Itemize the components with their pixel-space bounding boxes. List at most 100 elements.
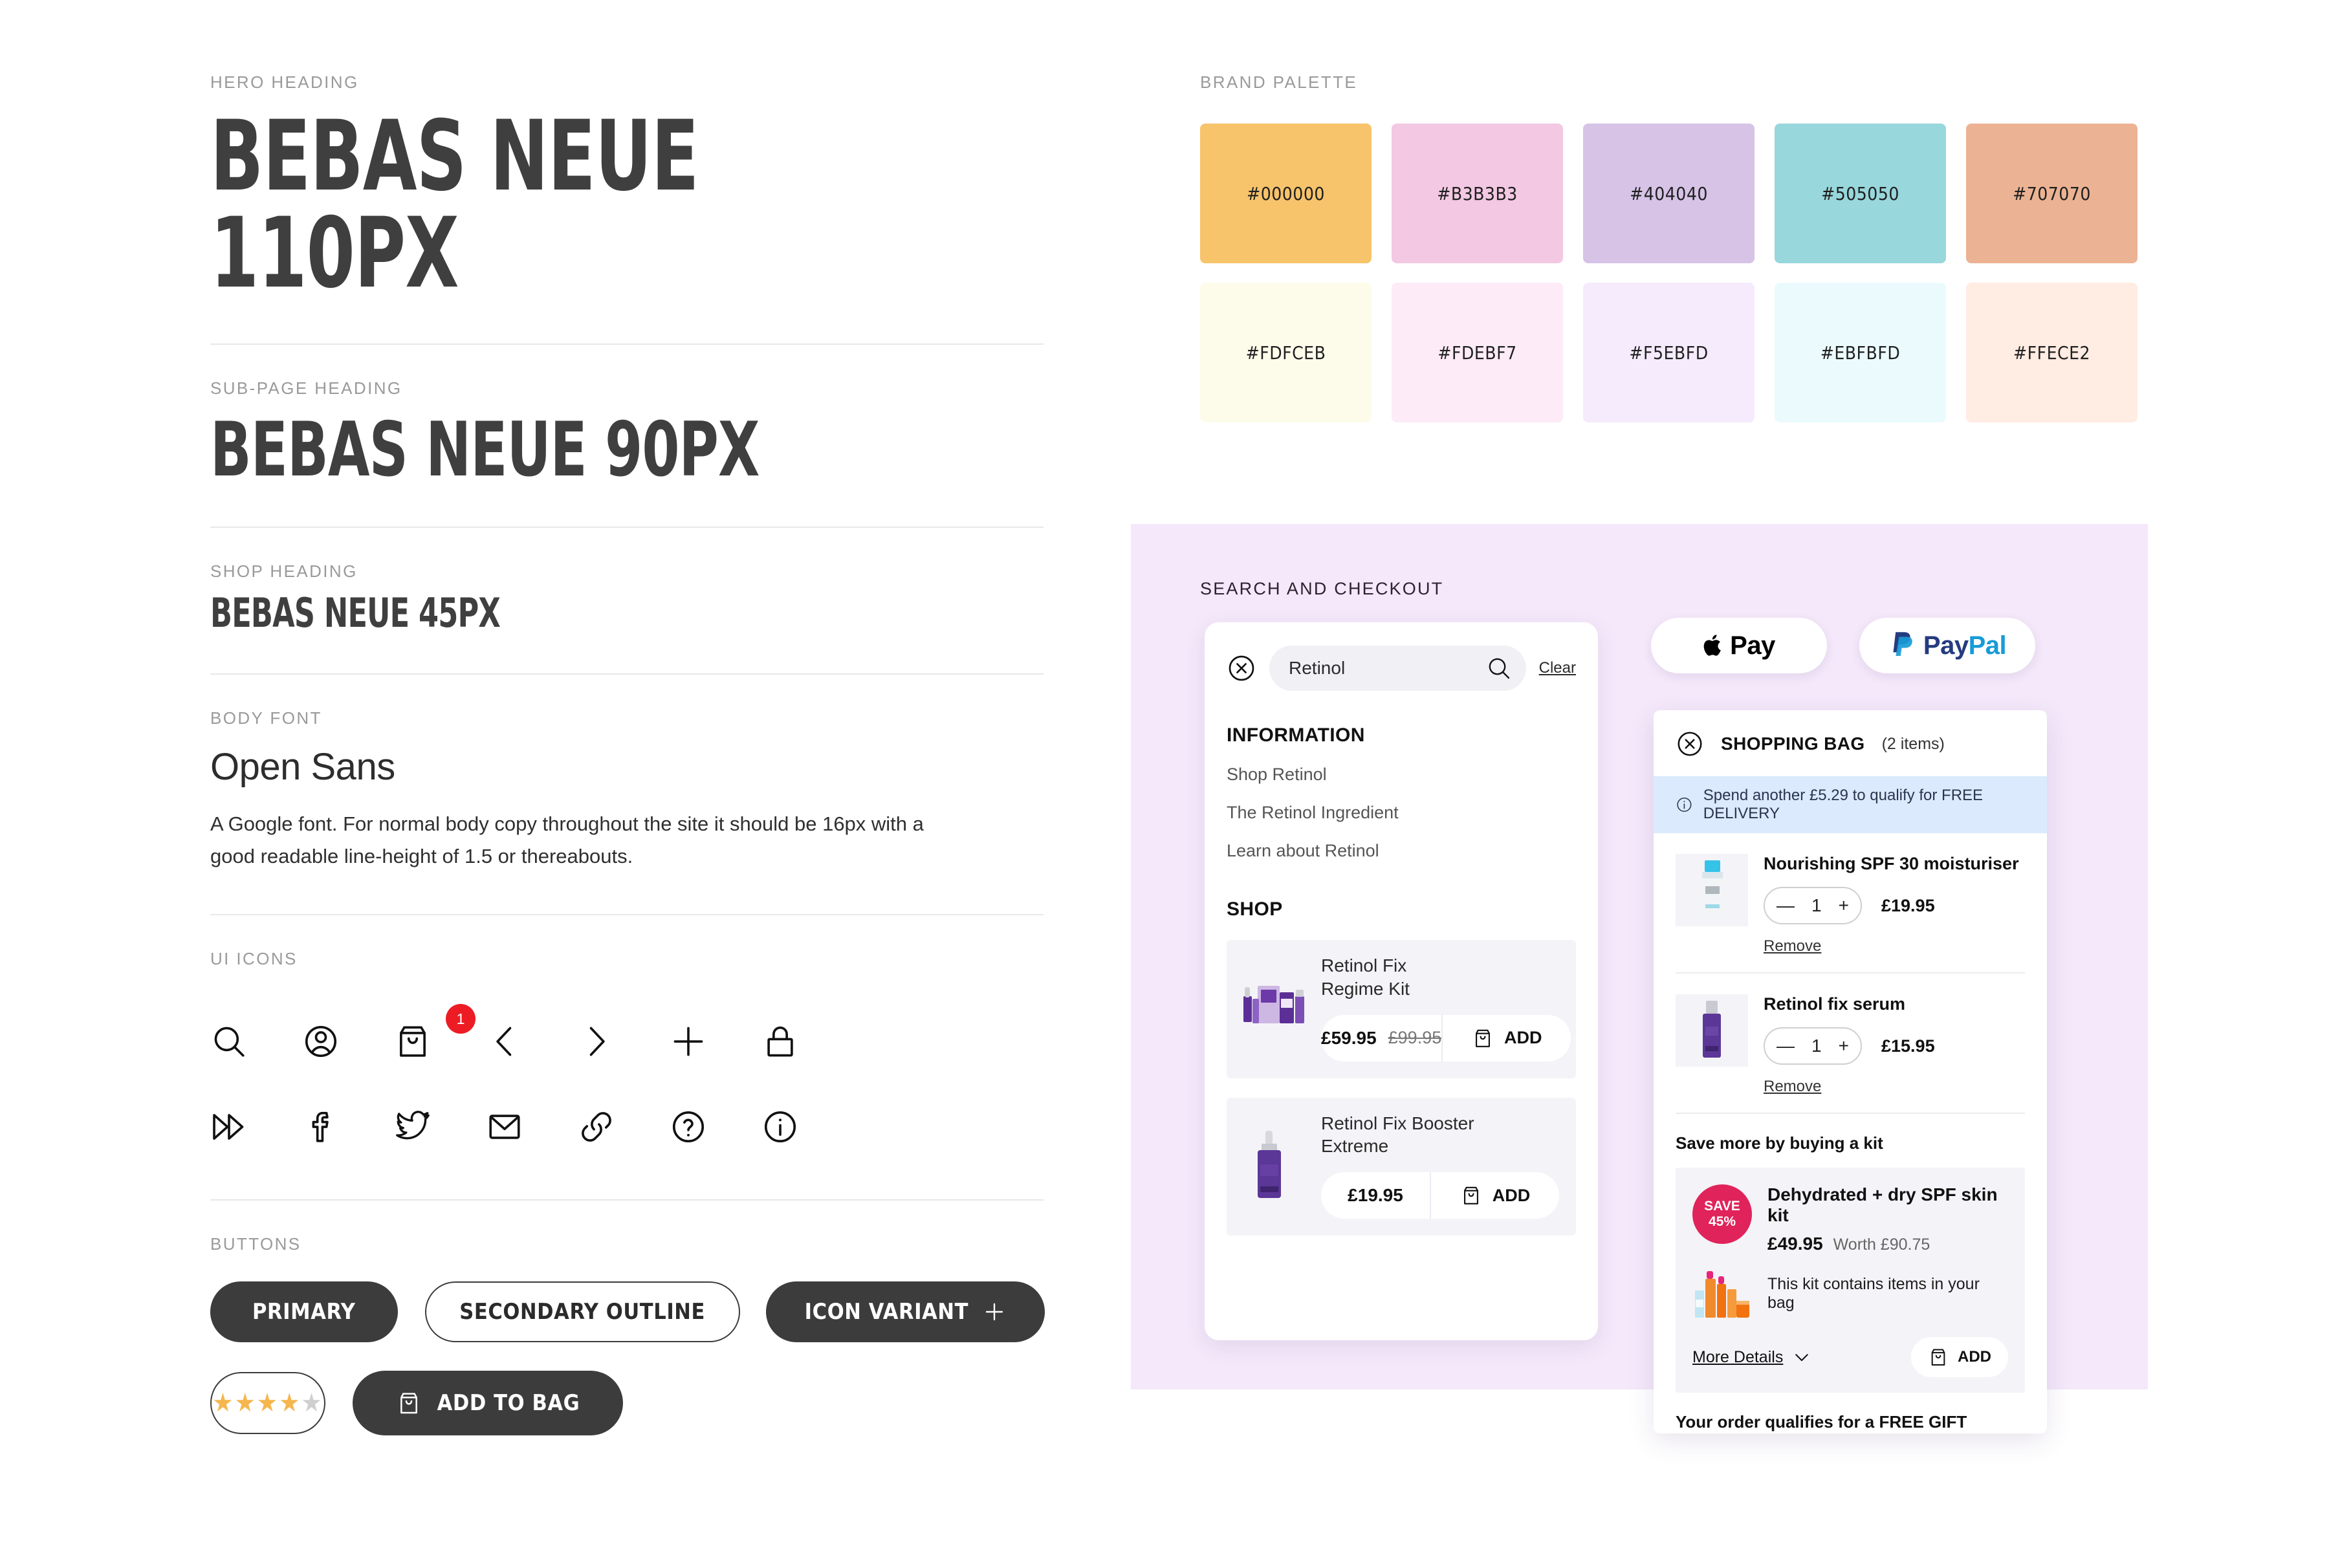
- palette-row-2: #FDFCEB #FDEBF7 #F5EBFD #EBFBFD #FFECE2: [1200, 283, 2138, 422]
- shop-heading-sample: BEBAS NEUE 45PX: [210, 589, 501, 637]
- add-to-bag-label: ADD TO BAG: [437, 1390, 580, 1417]
- increment-button[interactable]: +: [1839, 895, 1849, 916]
- clear-search-link[interactable]: Clear: [1539, 659, 1576, 677]
- close-icon[interactable]: [1227, 653, 1256, 683]
- save-badge-line2: 45%: [1708, 1214, 1736, 1229]
- information-link[interactable]: The Retinol Ingredient: [1227, 803, 1576, 823]
- subpage-heading-sample: BEBAS NEUE 90PX: [210, 406, 760, 494]
- kit-top-row: SAVE 45% Dehydrated + dry SPF skin kit £…: [1692, 1184, 2008, 1254]
- shopping-bag-icon: [1476, 1029, 1490, 1047]
- divider: [210, 343, 1044, 345]
- fast-forward-icon[interactable]: [210, 1084, 302, 1170]
- retinol-serum-image: [1703, 1001, 1721, 1058]
- chevron-right-icon[interactable]: [578, 999, 670, 1084]
- product-price-bar: £59.95 £99.95 ADD: [1321, 1014, 1571, 1062]
- buttons-block: BUTTONS PRIMARY SECONDARY OUTLINE ICON V…: [210, 1234, 1045, 1436]
- shopping-bag-icon: [400, 1393, 417, 1414]
- body-font-name: Open Sans: [210, 746, 395, 788]
- chevron-left-icon[interactable]: [486, 999, 578, 1084]
- twitter-icon[interactable]: [394, 1084, 486, 1170]
- free-gift-message: Your order qualifies for a FREE GIFT: [1676, 1412, 1967, 1432]
- swatch: #B3B3B3: [1392, 124, 1563, 263]
- mail-icon[interactable]: [486, 1084, 578, 1170]
- divider: [210, 1199, 1044, 1201]
- shopping-bag-count: (2 items): [1881, 734, 1945, 753]
- search-card: Retinol Clear INFORMATION Shop Retinol T…: [1205, 622, 1598, 1340]
- kit-text-group: Dehydrated + dry SPF skin kit £49.95 Wor…: [1767, 1184, 2008, 1254]
- icon-variant-label: ICON VARIANT: [804, 1299, 969, 1325]
- facebook-icon[interactable]: [302, 1084, 394, 1170]
- increment-button[interactable]: +: [1839, 1036, 1849, 1056]
- link-icon[interactable]: [578, 1084, 670, 1170]
- payment-buttons: Pay PayPal: [1651, 618, 2035, 673]
- information-link[interactable]: Shop Retinol: [1227, 765, 1576, 785]
- plus-icon: [985, 1303, 1003, 1321]
- bag-item-price: £15.95: [1881, 1036, 1935, 1056]
- quantity-value: 1: [1811, 895, 1822, 915]
- product-add-button[interactable]: ADD: [1430, 1172, 1559, 1219]
- remove-item-link[interactable]: Remove: [1764, 937, 1821, 955]
- decrement-button[interactable]: —: [1777, 1036, 1795, 1056]
- brand-palette-label: BRAND PALETTE: [1200, 72, 1358, 92]
- bag-item-details: Retinol fix serum — 1 + £15.95 Remove: [1764, 994, 2025, 1096]
- bag-count-badge: 1: [446, 1004, 476, 1034]
- typography-column: HERO HEADING BEBAS NEUE 110PX SUB-PAGE H…: [210, 72, 1045, 1436]
- kit-note: This kit contains items in your bag: [1767, 1275, 1980, 1312]
- ui-icons-block: UI ICONS 1: [210, 949, 1045, 1170]
- product-card[interactable]: Retinol Fix Regime Kit £59.95 £99.95 ADD: [1227, 940, 1576, 1078]
- search-input[interactable]: Retinol: [1269, 646, 1526, 691]
- apple-pay-button[interactable]: Pay: [1651, 618, 1827, 673]
- kit-middle-row: This kit contains items in your bag: [1692, 1267, 2008, 1320]
- primary-button[interactable]: PRIMARY: [210, 1281, 398, 1343]
- quantity-stepper[interactable]: — 1 +: [1764, 887, 1862, 924]
- more-details-button[interactable]: More Details: [1692, 1347, 1811, 1367]
- kit-name: Dehydrated + dry SPF skin kit: [1767, 1184, 1998, 1225]
- swatch: #FDEBF7: [1392, 283, 1563, 422]
- plus-icon[interactable]: [670, 999, 761, 1084]
- paypal-label: PayPal: [1923, 631, 2007, 660]
- kit-add-button[interactable]: ADD: [1911, 1337, 2008, 1377]
- paypal-button[interactable]: PayPal: [1859, 618, 2035, 673]
- bag-item-qty-row: — 1 + £19.95: [1764, 887, 2025, 924]
- lock-icon[interactable]: [761, 999, 853, 1084]
- style-guide-page: HERO HEADING BEBAS NEUE 110PX SUB-PAGE H…: [0, 0, 2329, 1568]
- search-icon[interactable]: [210, 999, 302, 1084]
- star-rating-button[interactable]: ★★★★★: [210, 1372, 325, 1435]
- decrement-button[interactable]: —: [1777, 895, 1795, 916]
- ui-icon-grid: 1: [210, 999, 857, 1170]
- question-icon[interactable]: [670, 1084, 761, 1170]
- search-icon[interactable]: [1486, 655, 1512, 681]
- product-card[interactable]: Retinol Fix Booster Extreme £19.95 ADD: [1227, 1097, 1576, 1236]
- remove-item-link[interactable]: Remove: [1764, 1078, 1821, 1096]
- bag-item-image: [1676, 854, 1748, 926]
- information-link[interactable]: Learn about Retinol: [1227, 841, 1576, 861]
- swatch: #EBFBFD: [1775, 283, 1946, 422]
- bag-item-image: [1676, 994, 1748, 1067]
- search-input-value: Retinol: [1289, 658, 1346, 678]
- product-price-group: £59.95 £99.95: [1321, 1028, 1441, 1049]
- product-price: £59.95: [1321, 1027, 1377, 1048]
- kit-price-row: £49.95 Worth £90.75: [1767, 1234, 2008, 1254]
- account-icon[interactable]: [302, 999, 394, 1084]
- product-add-button[interactable]: ADD: [1441, 1014, 1571, 1062]
- swatch: #505050: [1775, 124, 1946, 263]
- swatch: #000000: [1200, 124, 1372, 263]
- bag-item-name: Nourishing SPF 30 moisturiser: [1764, 854, 2019, 873]
- skin-kit-image: [1695, 1271, 1749, 1318]
- icon-variant-button[interactable]: ICON VARIANT: [765, 1281, 1045, 1343]
- info-icon[interactable]: [761, 1084, 853, 1170]
- add-to-bag-button[interactable]: ADD TO BAG: [353, 1371, 623, 1436]
- kit-price: £49.95: [1767, 1234, 1823, 1254]
- swatch: #FFECE2: [1966, 283, 2138, 422]
- divider: [210, 527, 1044, 528]
- divider: [210, 673, 1044, 675]
- shopping-bag-icon[interactable]: 1: [394, 999, 486, 1084]
- body-font-block: BODY FONT Open Sans A Google font. For n…: [210, 708, 1045, 873]
- quantity-stepper[interactable]: — 1 +: [1764, 1027, 1862, 1065]
- secondary-outline-button[interactable]: SECONDARY OUTLINE: [424, 1281, 740, 1343]
- bag-item-details: Nourishing SPF 30 moisturiser — 1 + £19.…: [1764, 854, 2025, 955]
- close-icon[interactable]: [1676, 730, 1704, 758]
- info-icon: [1677, 797, 1692, 812]
- free-delivery-notice: Spend another £5.29 to qualify for FREE …: [1654, 776, 2047, 833]
- product-image: [1240, 1112, 1311, 1219]
